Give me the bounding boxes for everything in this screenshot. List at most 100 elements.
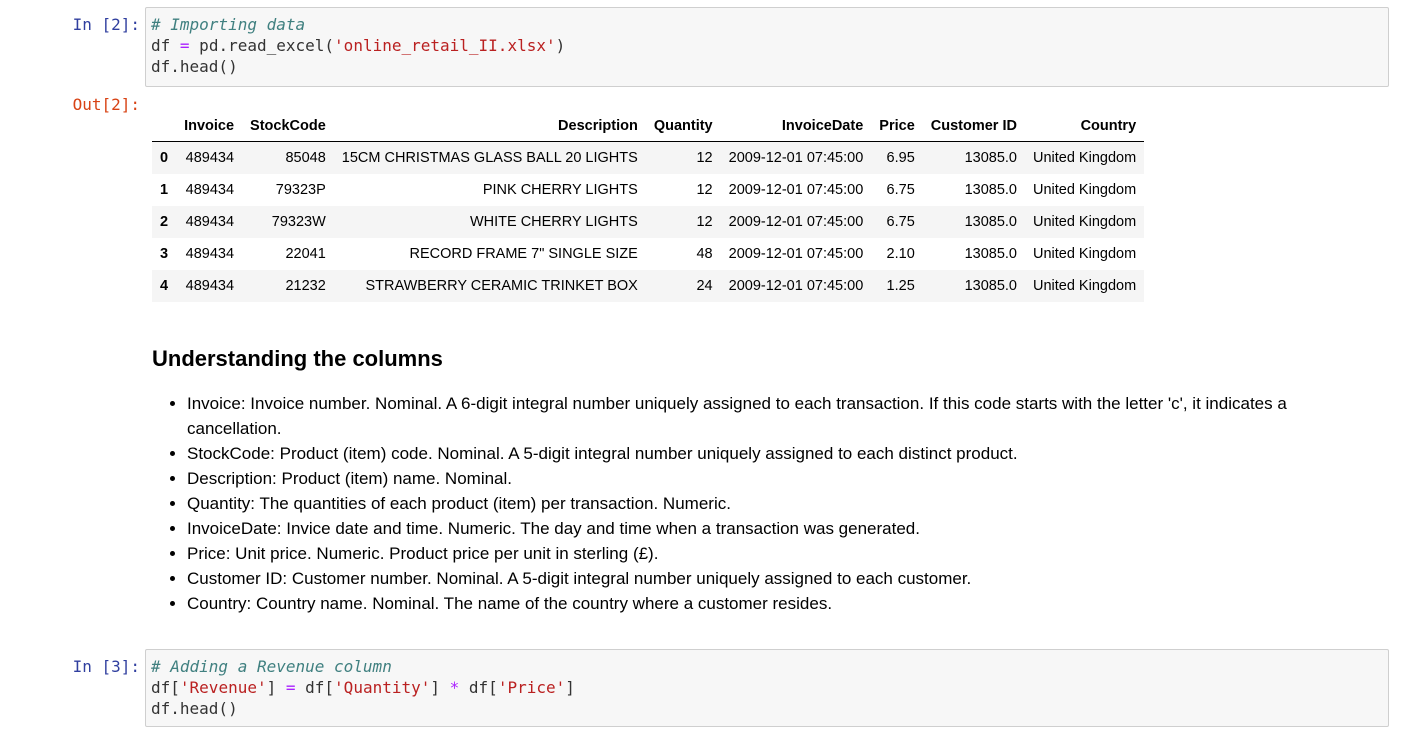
table-row: 1 489434 79323P PINK CHERRY LIGHTS 12 20… xyxy=(152,174,1144,206)
table-row: 0 489434 85048 15CM CHRISTMAS GLASS BALL… xyxy=(152,141,1145,174)
table-cell: United Kingdom xyxy=(1032,246,1137,262)
notebook-page: In [2]: # Importing data df = pd.read_ex… xyxy=(0,0,1407,733)
table-row: 2 489434 79323W WHITE CHERRY LIGHTS 12 2… xyxy=(152,206,1145,238)
code-line: df['Revenue'] = df['Quantity'] * df['Pri… xyxy=(151,677,1383,698)
table-cell: 13085.0 xyxy=(964,150,1017,166)
table-cell: United Kingdom xyxy=(1032,214,1137,230)
column-header: Invoice xyxy=(176,110,243,142)
table-cell: 13085.0 xyxy=(964,182,1017,198)
row-index: 4 xyxy=(160,278,169,294)
table-cell: 12 xyxy=(696,214,713,230)
code-line: # Adding a Revenue column xyxy=(151,656,1383,677)
table-cell: 13085.0 xyxy=(964,246,1017,262)
table-cell: 12 xyxy=(696,182,713,198)
code-line: df = pd.read_excel('online_retail_II.xls… xyxy=(151,35,1383,56)
table-cell: United Kingdom xyxy=(1032,182,1137,198)
list-item: Country: Country name. Nominal. The name… xyxy=(187,591,1342,616)
table-cell: 2.10 xyxy=(886,246,915,262)
code-comment: # Adding a Revenue column xyxy=(151,657,392,676)
table-cell: 489434 xyxy=(185,182,235,198)
list-item: Invoice: Invoice number. Nominal. A 6-di… xyxy=(187,391,1342,441)
table-cell: 2009-12-01 07:45:00 xyxy=(728,150,864,166)
code-line: df.head() xyxy=(151,57,238,76)
list-item: StockCode: Product (item) code. Nominal.… xyxy=(187,441,1342,466)
table-cell: 79323P xyxy=(275,182,326,198)
code-string: 'Revenue' xyxy=(179,678,267,697)
table-cell: WHITE CHERRY LIGHTS xyxy=(469,214,638,230)
code-token: ] xyxy=(430,678,450,697)
column-header: Customer ID xyxy=(922,110,1025,142)
table-cell: 13085.0 xyxy=(964,214,1017,230)
column-description-list: Invoice: Invoice number. Nominal. A 6-di… xyxy=(152,391,1342,616)
table-cell: 1.25 xyxy=(886,278,915,294)
table-cell: 21232 xyxy=(285,278,326,294)
row-index: 0 xyxy=(160,150,169,166)
table-cell: 12 xyxy=(696,150,713,166)
table-cell: 2009-12-01 07:45:00 xyxy=(728,182,864,198)
list-item: Description: Product (item) name. Nomina… xyxy=(187,466,1342,491)
code-cell-revenue[interactable]: # Adding a Revenue column df['Revenue'] … xyxy=(145,649,1389,727)
list-item: Price: Unit price. Numeric. Product pric… xyxy=(187,541,1342,566)
table-cell: 489434 xyxy=(185,246,235,262)
input-prompt: In [3]: xyxy=(72,657,140,676)
code-operator: = xyxy=(285,678,296,697)
code-cell-import[interactable]: # Importing data df = pd.read_excel('onl… xyxy=(145,7,1389,87)
list-item: Customer ID: Customer number. Nominal. A… xyxy=(187,566,1342,591)
markdown-cell[interactable]: Understanding the columns Invoice: Invoi… xyxy=(152,343,1342,616)
code-token: df[ xyxy=(151,678,180,697)
table-row: 4 489434 21232 STRAWBERRY CERAMIC TRINKE… xyxy=(152,270,1145,302)
table-cell: RECORD FRAME 7" SINGLE SIZE xyxy=(409,246,638,262)
table-cell: STRAWBERRY CERAMIC TRINKET BOX xyxy=(365,278,638,294)
table-cell: 6.95 xyxy=(886,150,915,166)
code-token: pd.read_excel( xyxy=(189,36,335,55)
table-cell: PINK CHERRY LIGHTS xyxy=(482,182,638,198)
table-cell: 489434 xyxy=(185,150,235,166)
column-header: Quantity xyxy=(645,110,721,142)
input-prompt: In [2]: xyxy=(72,15,140,34)
code-token: ] xyxy=(266,678,286,697)
table-cell: 79323W xyxy=(271,214,326,230)
table-cell: 24 xyxy=(696,278,713,294)
table-cell: 15CM CHRISTMAS GLASS BALL 20 LIGHTS xyxy=(341,150,638,166)
column-header: Description xyxy=(333,110,646,142)
dataframe-table: Invoice StockCode Description Quantity I… xyxy=(152,110,1145,302)
table-cell: 489434 xyxy=(185,214,235,230)
table-cell: United Kingdom xyxy=(1032,150,1137,166)
code-string: 'Price' xyxy=(497,678,566,697)
column-header: StockCode xyxy=(242,110,334,142)
code-string: 'Quantity' xyxy=(334,678,431,697)
code-string: 'online_retail_II.xlsx' xyxy=(334,36,556,55)
table-header-row: Invoice StockCode Description Quantity I… xyxy=(152,110,1145,142)
table-cell: 2009-12-01 07:45:00 xyxy=(728,214,864,230)
section-heading: Understanding the columns xyxy=(152,346,443,371)
code-token: ] xyxy=(565,678,575,697)
table-cell: 22041 xyxy=(285,246,326,262)
code-comment: # Importing data xyxy=(151,15,306,34)
code-token: df xyxy=(151,36,180,55)
column-header: InvoiceDate xyxy=(720,110,872,142)
table-cell: 489434 xyxy=(185,278,235,294)
row-index: 1 xyxy=(160,182,169,198)
table-cell: 6.75 xyxy=(886,214,915,230)
column-header: Price xyxy=(871,110,923,142)
list-item: Quantity: The quantities of each product… xyxy=(187,491,1342,516)
table-cell: 6.75 xyxy=(886,182,915,198)
code-token: df[ xyxy=(295,678,335,697)
table-cell: United Kingdom xyxy=(1032,278,1137,294)
table-row: 3 489434 22041 RECORD FRAME 7" SINGLE SI… xyxy=(152,238,1144,270)
code-operator: = xyxy=(179,36,190,55)
table-cell: 85048 xyxy=(285,150,326,166)
code-operator: * xyxy=(449,678,460,697)
code-line: df.head() xyxy=(151,699,238,718)
row-index: 3 xyxy=(160,246,169,262)
list-item: InvoiceDate: Invice date and time. Numer… xyxy=(187,516,1342,541)
code-token: ) xyxy=(555,36,566,55)
table-cell: 13085.0 xyxy=(964,278,1017,294)
code-line: # Importing data xyxy=(151,14,1383,35)
column-header: Country xyxy=(1024,110,1145,142)
table-cell: 48 xyxy=(696,246,713,262)
row-index: 2 xyxy=(160,214,169,230)
code-token: df[ xyxy=(459,678,498,697)
table-cell: 2009-12-01 07:45:00 xyxy=(728,246,864,262)
output-prompt: Out[2]: xyxy=(72,95,140,114)
